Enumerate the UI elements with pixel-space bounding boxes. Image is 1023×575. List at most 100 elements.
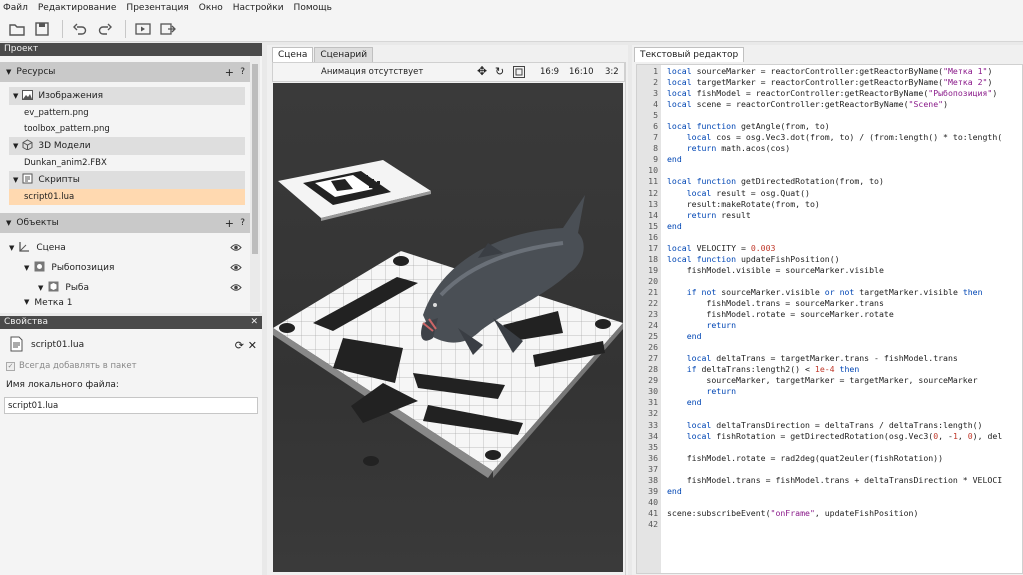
- file-item[interactable]: Dunkan_anim2.FBX: [0, 155, 262, 171]
- move-icon[interactable]: ✥: [477, 64, 487, 78]
- code-editor[interactable]: 1 2 3 4 5 6 7 8 9 10 11 12 13 14 15 16 17 18 19 20 21 22 23 24 2…: [636, 64, 1023, 574]
- close-icon[interactable]: ✕: [250, 316, 258, 329]
- code-line[interactable]: local deltaTransDirection = deltaTrans /…: [667, 420, 1022, 431]
- code-line[interactable]: if not sourceMarker.visible or not targe…: [667, 287, 1022, 298]
- code-line[interactable]: [667, 110, 1022, 121]
- expand-arrow-icon[interactable]: ▼: [24, 298, 29, 306]
- checkbox[interactable]: ✓: [6, 361, 15, 371]
- scene-viewport[interactable]: [273, 83, 623, 572]
- menu-settings[interactable]: Настройки: [233, 3, 284, 13]
- eye-icon[interactable]: [230, 263, 242, 275]
- expand-arrow-icon[interactable]: ▼: [6, 68, 11, 76]
- export-icon[interactable]: [157, 18, 179, 40]
- code-line[interactable]: end: [667, 154, 1022, 165]
- always-add-checkbox-row[interactable]: ✓ Всегда добавлять в пакет: [0, 358, 262, 374]
- code-line[interactable]: fishModel.rotate = rad2deg(quat2euler(fi…: [667, 453, 1022, 464]
- code-line[interactable]: return: [667, 320, 1022, 331]
- code-line[interactable]: [667, 408, 1022, 419]
- file-item-selected[interactable]: script01.lua: [9, 189, 245, 205]
- code-line[interactable]: fishModel.trans = sourceMarker.trans: [667, 298, 1022, 309]
- tree-item-scene[interactable]: ▼ Сцена: [0, 238, 248, 258]
- close-icon[interactable]: ✕: [248, 339, 257, 352]
- code-line[interactable]: return: [667, 386, 1022, 397]
- code-content[interactable]: local sourceMarker = reactorController:g…: [661, 65, 1022, 573]
- eye-icon[interactable]: [230, 243, 242, 255]
- open-folder-icon[interactable]: [6, 18, 28, 40]
- save-icon[interactable]: [31, 18, 53, 40]
- code-line[interactable]: local cos = osg.Vec3.dot(from, to) / (fr…: [667, 132, 1022, 143]
- menu-file[interactable]: Файл: [3, 3, 28, 13]
- code-line[interactable]: sourceMarker, targetMarker = targetMarke…: [667, 375, 1022, 386]
- redo-icon[interactable]: [94, 18, 116, 40]
- code-line[interactable]: local sourceMarker = reactorController:g…: [667, 66, 1022, 77]
- code-line[interactable]: if deltaTrans:length2() < 1e-4 then: [667, 364, 1022, 375]
- code-line[interactable]: [667, 165, 1022, 176]
- tree-item-fish-position[interactable]: ▼ Рыбопозиция: [0, 258, 248, 278]
- eye-icon[interactable]: [230, 283, 242, 295]
- code-line[interactable]: [667, 232, 1022, 243]
- help-button[interactable]: ?: [240, 67, 245, 77]
- expand-arrow-icon[interactable]: ▼: [13, 92, 18, 100]
- code-line[interactable]: fishModel.trans = fishModel.trans + delt…: [667, 475, 1022, 486]
- file-item[interactable]: ev_pattern.png: [0, 105, 262, 121]
- code-line[interactable]: local fishModel = reactorController:getR…: [667, 88, 1022, 99]
- ratio-3-2-button[interactable]: 3:2: [605, 67, 619, 77]
- help-button[interactable]: ?: [240, 218, 245, 228]
- code-line[interactable]: local function getAngle(from, to): [667, 121, 1022, 132]
- objects-section[interactable]: ▼ Объекты + ?: [0, 213, 250, 233]
- code-line[interactable]: end: [667, 397, 1022, 408]
- code-line[interactable]: scene:subscribeEvent("onFrame", updateFi…: [667, 508, 1022, 519]
- expand-arrow-icon[interactable]: ▼: [24, 264, 29, 272]
- code-line[interactable]: fishModel.visible = sourceMarker.visible: [667, 265, 1022, 276]
- code-line[interactable]: local targetMarker = reactorController:g…: [667, 77, 1022, 88]
- undo-icon[interactable]: [69, 18, 91, 40]
- code-line[interactable]: [667, 497, 1022, 508]
- code-line[interactable]: end: [667, 331, 1022, 342]
- tab-scenario[interactable]: Сценарий: [314, 47, 374, 62]
- code-line[interactable]: [667, 519, 1022, 530]
- code-line[interactable]: return result: [667, 210, 1022, 221]
- code-line[interactable]: fishModel.rotate = sourceMarker.rotate: [667, 309, 1022, 320]
- expand-arrow-icon[interactable]: ▼: [13, 142, 18, 150]
- tab-text-editor[interactable]: Текстовый редактор: [634, 47, 745, 62]
- code-line[interactable]: local function getDirectedRotation(from,…: [667, 176, 1022, 187]
- tree-item-marker-1[interactable]: ▼ Метка 1: [0, 298, 248, 306]
- add-resource-button[interactable]: +: [225, 66, 234, 79]
- code-line[interactable]: return math.acos(cos): [667, 143, 1022, 154]
- tab-scene[interactable]: Сцена: [272, 47, 314, 62]
- code-line[interactable]: local deltaTrans = targetMarker.trans - …: [667, 353, 1022, 364]
- local-file-input[interactable]: script01.lua: [4, 397, 258, 414]
- code-line[interactable]: [667, 342, 1022, 353]
- project-scrollbar[interactable]: [250, 56, 260, 312]
- ratio-16-9-button[interactable]: 16:9: [540, 67, 559, 77]
- add-object-button[interactable]: +: [225, 217, 234, 230]
- code-line[interactable]: [667, 442, 1022, 453]
- images-group[interactable]: ▼ Изображения: [9, 87, 245, 105]
- ratio-16-10-button[interactable]: 16:10: [569, 67, 594, 77]
- menu-help[interactable]: Помощь: [294, 3, 332, 13]
- expand-arrow-icon[interactable]: ▼: [38, 284, 43, 292]
- menu-window[interactable]: Окно: [199, 3, 223, 13]
- scrollbar-thumb[interactable]: [252, 64, 258, 254]
- play-icon[interactable]: [132, 18, 154, 40]
- code-line[interactable]: local result = osg.Quat(): [667, 188, 1022, 199]
- code-line[interactable]: local fishRotation = getDirectedRotation…: [667, 431, 1022, 442]
- file-item[interactable]: toolbox_pattern.png: [0, 121, 262, 137]
- resources-section[interactable]: ▼ Ресурсы + ?: [0, 62, 250, 82]
- code-line[interactable]: [667, 464, 1022, 475]
- expand-arrow-icon[interactable]: ▼: [9, 244, 14, 252]
- code-line[interactable]: local scene = reactorController:getReact…: [667, 99, 1022, 110]
- code-line[interactable]: end: [667, 486, 1022, 497]
- code-line[interactable]: local function updateFishPosition(): [667, 254, 1022, 265]
- menu-edit[interactable]: Редактирование: [38, 3, 117, 13]
- expand-arrow-icon[interactable]: ▼: [6, 219, 11, 227]
- fit-icon[interactable]: [513, 66, 525, 81]
- menu-presentation[interactable]: Презентация: [126, 3, 188, 13]
- rotate-icon[interactable]: ↻: [495, 65, 504, 78]
- scripts-group[interactable]: ▼ Скрипты: [9, 171, 245, 189]
- refresh-icon[interactable]: ⟳: [235, 339, 244, 352]
- code-line[interactable]: end: [667, 221, 1022, 232]
- models-group[interactable]: ▼ 3D Модели: [9, 137, 245, 155]
- code-line[interactable]: result:makeRotate(from, to): [667, 199, 1022, 210]
- code-line[interactable]: local VELOCITY = 0.003: [667, 243, 1022, 254]
